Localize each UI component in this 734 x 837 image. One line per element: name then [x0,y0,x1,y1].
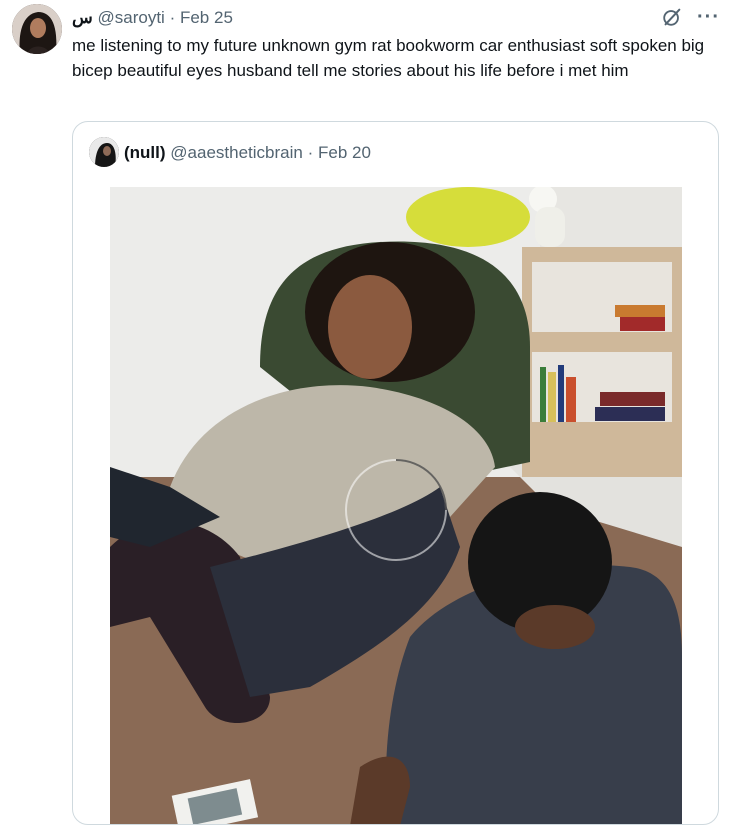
author-handle[interactable]: @saroyti [98,8,165,27]
author-avatar[interactable] [12,4,62,54]
quoted-author-avatar[interactable] [89,137,119,167]
quoted-media-photo[interactable] [110,187,682,824]
tweet-header: س @saroyti · Feb 25 [72,7,233,29]
quoted-tweet[interactable]: (null) @aaestheticbrain · Feb 20 [72,121,719,825]
quoted-header: (null) @aaestheticbrain · Feb 20 [124,142,371,164]
photo-illustration [110,187,682,824]
quoted-author-name[interactable]: (null) [124,143,166,162]
author-name[interactable]: س [72,8,93,27]
header-separator: · [169,8,176,27]
quoted-separator: · [307,143,314,162]
tweet[interactable]: س @saroyti · Feb 25 ··· me listening to … [0,0,734,837]
tweet-date[interactable]: Feb 25 [180,8,233,27]
quoted-date[interactable]: Feb 20 [318,143,371,162]
more-dots-icon[interactable]: ··· [697,7,720,27]
header-actions: ··· [661,6,720,28]
grok-icon[interactable] [661,6,683,28]
tweet-text: me listening to my future unknown gym ra… [72,36,705,80]
quoted-handle[interactable]: @aaestheticbrain [170,143,303,162]
